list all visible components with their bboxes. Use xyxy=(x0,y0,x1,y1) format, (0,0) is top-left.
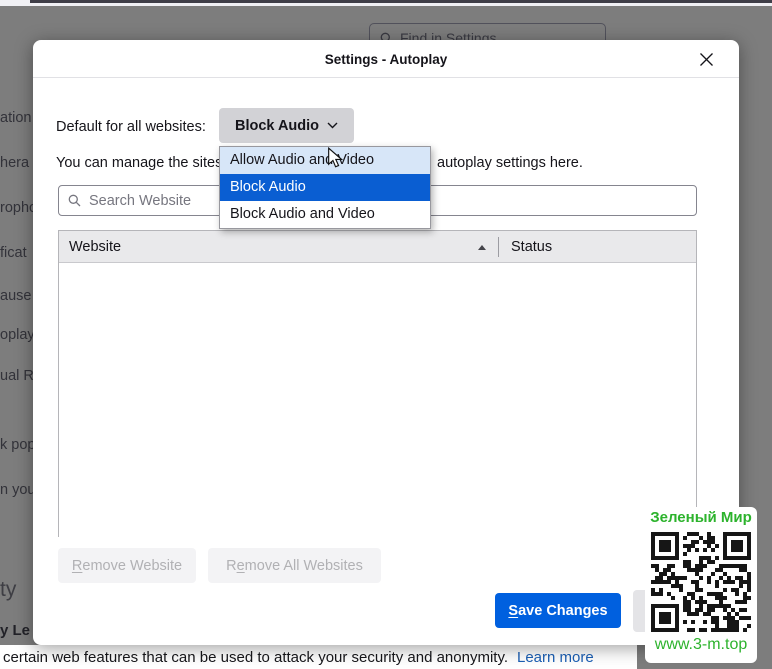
remove-website-button[interactable]: Remove Website xyxy=(58,548,196,583)
websites-table: Website Status xyxy=(58,230,697,537)
column-header-status[interactable]: Status xyxy=(511,231,552,263)
sidebar-item-fragment: hera xyxy=(0,155,29,171)
watermark: Зеленый Мир www.3-m.top xyxy=(645,507,757,663)
button-label-p2: move All Websites xyxy=(245,558,363,574)
manage-sites-text-tail: autoplay settings here. xyxy=(437,155,583,171)
autoplay-default-dropdown[interactable]: Block Audio xyxy=(219,108,354,143)
access-key: R xyxy=(72,558,82,574)
table-header: Website Status xyxy=(59,231,696,263)
sidebar-item-fragment: oplay xyxy=(0,327,35,343)
qr-code xyxy=(651,532,751,632)
button-label-rest: ave Changes xyxy=(518,603,607,619)
autoplay-settings-dialog: Settings - Autoplay Default for all webs… xyxy=(33,40,739,645)
sidebar-item-fragment: k pop xyxy=(0,437,35,453)
table-body-empty xyxy=(59,263,696,537)
close-button[interactable] xyxy=(697,50,715,68)
browser-window-edge xyxy=(30,0,772,3)
screen: Find in Settings ation hera ropho ficat … xyxy=(0,0,772,669)
sidebar-item-fragment: ause xyxy=(0,288,31,304)
sidebar-item-fragment: ual R xyxy=(0,368,34,384)
dropdown-value: Block Audio xyxy=(235,118,319,134)
manage-sites-text: You can manage the sites xyxy=(56,155,222,171)
menu-option-allow-audio-and-video[interactable]: Allow Audio and Video xyxy=(220,147,430,174)
background-subheading-fragment: y Le xyxy=(0,622,30,639)
access-key: S xyxy=(508,603,518,619)
watermark-url: www.3-m.top xyxy=(645,636,757,654)
sidebar-item-fragment: n you xyxy=(0,482,35,498)
sidebar-item-fragment: ficat xyxy=(0,245,27,261)
button-label-rest: emove Website xyxy=(82,558,182,574)
page-footer-text: certain web features that can be used to… xyxy=(3,649,594,666)
remove-all-websites-button[interactable]: Remove All Websites xyxy=(208,548,381,583)
save-changes-button[interactable]: Save Changes xyxy=(495,593,621,628)
background-heading-fragment: ty xyxy=(0,578,16,602)
menu-option-block-audio-and-video[interactable]: Block Audio and Video xyxy=(220,201,430,228)
watermark-title: Зеленый Мир xyxy=(645,509,757,526)
learn-more-link[interactable]: Learn more xyxy=(517,649,594,666)
close-icon xyxy=(699,52,714,67)
menu-option-block-audio[interactable]: Block Audio xyxy=(220,174,430,201)
autoplay-options-menu: Allow Audio and Video Block Audio Block … xyxy=(219,146,431,229)
column-header-website[interactable]: Website xyxy=(69,231,121,263)
chevron-down-icon xyxy=(327,122,338,129)
dialog-title: Settings - Autoplay xyxy=(33,40,739,79)
sort-ascending-icon xyxy=(478,245,486,250)
default-websites-label: Default for all websites: xyxy=(56,119,206,135)
access-key: e xyxy=(237,558,245,574)
sidebar-item-fragment: ropho xyxy=(0,200,37,216)
sidebar-item-fragment: ation xyxy=(0,110,31,126)
column-divider xyxy=(498,237,499,257)
footer-sentence: certain web features that can be used to… xyxy=(3,649,508,666)
button-label-p1: R xyxy=(226,558,236,574)
dialog-header: Settings - Autoplay xyxy=(33,40,739,78)
